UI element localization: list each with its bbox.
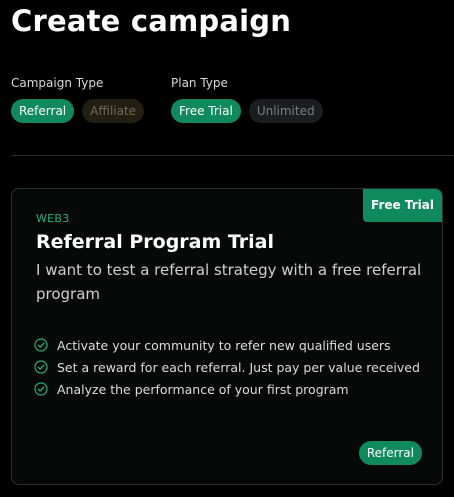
check-circle-icon xyxy=(34,360,48,374)
plan-type-unlimited-chip[interactable]: Unlimited xyxy=(248,99,323,123)
feature-list: Activate your community to refer new qua… xyxy=(34,335,424,401)
plan-title: Referral Program Trial xyxy=(36,231,275,253)
campaign-type-options: Referral Affiliate xyxy=(11,99,145,123)
page-title: Create campaign xyxy=(11,4,292,38)
check-circle-icon xyxy=(34,338,48,352)
campaign-type-affiliate-chip[interactable]: Affiliate xyxy=(82,99,145,123)
section-divider xyxy=(11,155,454,156)
feature-item: Set a reward for each referral. Just pay… xyxy=(34,357,424,378)
plan-tag: WEB3 xyxy=(36,212,70,225)
feature-item: Activate your community to refer new qua… xyxy=(34,335,424,356)
feature-item: Analyze the performance of your first pr… xyxy=(34,379,424,400)
check-circle-icon xyxy=(34,382,48,396)
plan-description: I want to test a referral strategy with … xyxy=(36,261,422,303)
feature-text: Set a reward for each referral. Just pay… xyxy=(57,360,420,375)
campaign-type-badge: Referral xyxy=(358,441,422,465)
campaign-type-label: Campaign Type xyxy=(11,76,104,90)
plan-type-free-trial-chip[interactable]: Free Trial xyxy=(171,99,241,123)
plan-card[interactable]: Free Trial WEB3 Referral Program Trial I… xyxy=(11,188,443,485)
plan-type-options: Free Trial Unlimited xyxy=(171,99,323,123)
feature-text: Analyze the performance of your first pr… xyxy=(57,382,349,397)
plan-type-label: Plan Type xyxy=(171,76,228,90)
feature-text: Activate your community to refer new qua… xyxy=(57,338,391,353)
campaign-type-referral-chip[interactable]: Referral xyxy=(11,99,75,123)
plan-ribbon: Free Trial xyxy=(363,189,442,222)
